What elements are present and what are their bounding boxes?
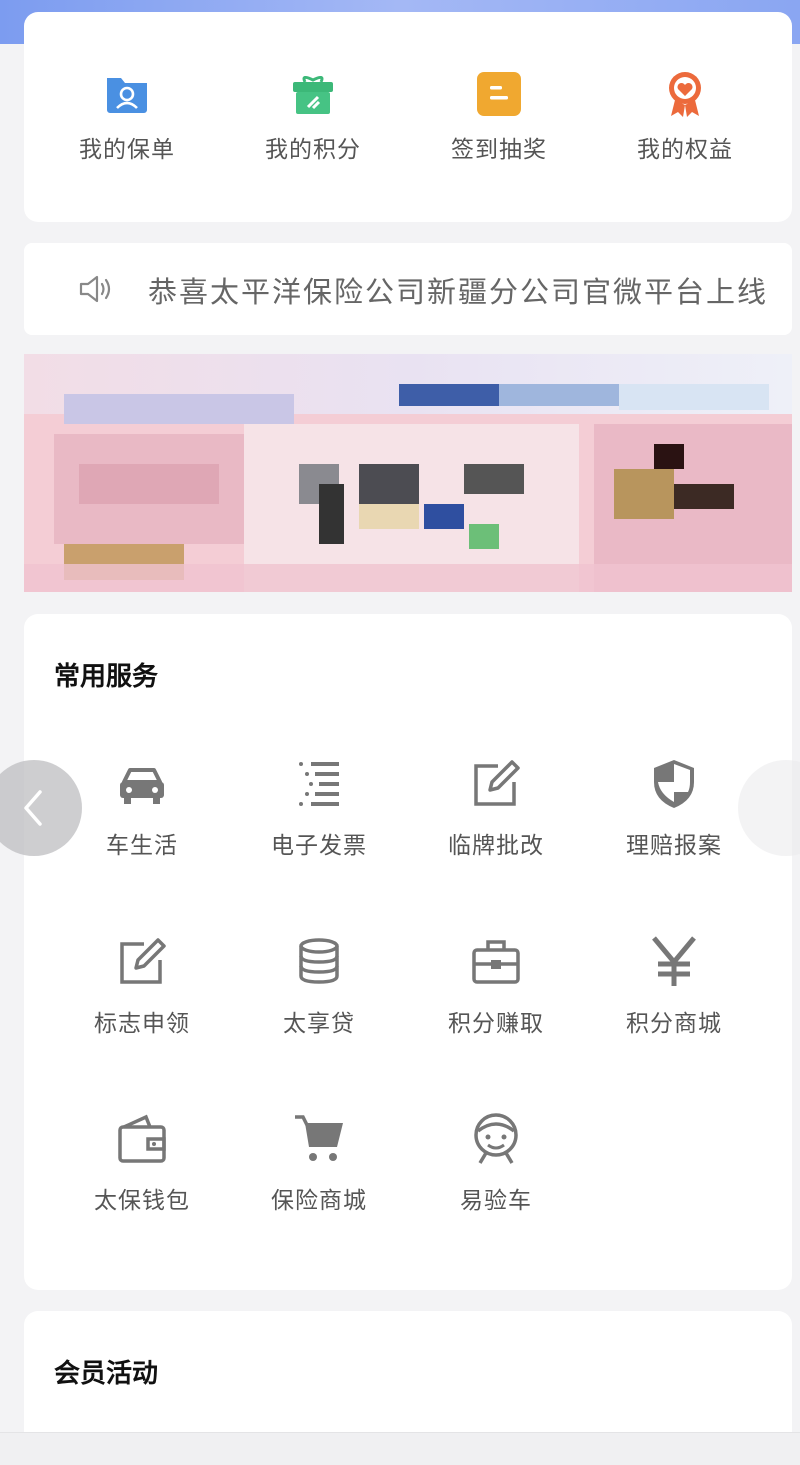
service-points-mall[interactable]: 积分商城: [584, 934, 764, 1038]
promo-banner-image[interactable]: [24, 354, 792, 592]
service-label: 易验车: [460, 1188, 532, 1214]
service-sign-apply[interactable]: 标志申领: [52, 934, 232, 1038]
quick-label: 我的积分: [265, 137, 361, 163]
shield-icon: [654, 760, 694, 808]
quick-my-policy[interactable]: 我的保单: [32, 70, 222, 164]
service-label: 太保钱包: [94, 1188, 190, 1214]
service-label: 积分赚取: [448, 1011, 544, 1037]
car-icon: [120, 768, 164, 804]
policy-folder-icon: [107, 78, 147, 113]
member-activities-card: 会员活动: [24, 1311, 792, 1451]
notice-bar[interactable]: 恭喜太平洋保险公司新疆分公司官微平台上线: [24, 243, 792, 335]
quick-sign-lottery[interactable]: 签到抽奖: [404, 70, 594, 164]
bottom-bar: [0, 1432, 800, 1465]
service-temp-plate[interactable]: 临牌批改: [406, 756, 586, 860]
services-card: 常用服务 车生活 电子发票 临牌批改 理赔报案 标志申领 太享贷 积分赚取 积分…: [24, 614, 792, 1290]
notice-text: 恭喜太平洋保险公司新疆分公司官微平台上线: [148, 275, 769, 309]
quick-label: 签到抽奖: [451, 137, 547, 163]
face-icon: [474, 1113, 518, 1164]
service-label: 电子发票: [271, 833, 367, 859]
wallet-icon: [118, 1114, 166, 1163]
quick-actions-card: 我的保单 我的积分 签到抽奖 我的权益: [24, 12, 792, 222]
list-icon: [299, 762, 339, 806]
member-title: 会员活动: [54, 1359, 159, 1389]
service-label: 积分商城: [626, 1011, 722, 1037]
rights-medal-icon: [669, 72, 701, 117]
service-e-invoice[interactable]: 电子发票: [229, 756, 409, 860]
carousel-prev-button[interactable]: [0, 760, 82, 856]
sign-in-icon: [477, 72, 521, 116]
gift-box-icon: [293, 75, 333, 114]
service-insurance-mall[interactable]: 保险商城: [229, 1111, 409, 1215]
service-easy-inspection[interactable]: 易验车: [406, 1111, 586, 1215]
service-cpic-wallet[interactable]: 太保钱包: [52, 1111, 232, 1215]
quick-label: 我的权益: [637, 137, 733, 163]
services-title: 常用服务: [54, 662, 159, 692]
chevron-left-icon: [24, 790, 42, 826]
service-label: 临牌批改: [448, 833, 544, 859]
quick-label: 我的保单: [79, 137, 175, 163]
service-claim-report[interactable]: 理赔报案: [584, 756, 764, 860]
quick-my-rights[interactable]: 我的权益: [590, 70, 780, 164]
service-label: 太享贷: [283, 1011, 355, 1037]
speaker-icon: [79, 275, 111, 303]
quick-my-points[interactable]: 我的积分: [218, 70, 408, 164]
cart-icon: [295, 1115, 343, 1161]
service-label: 标志申领: [94, 1011, 190, 1037]
service-taixiang-loan[interactable]: 太享贷: [229, 934, 409, 1038]
edit-icon: [474, 760, 520, 806]
toolbox-icon: [472, 940, 520, 984]
yen-icon: [652, 936, 696, 986]
service-label: 保险商城: [271, 1188, 367, 1214]
service-label: 理赔报案: [626, 833, 722, 859]
database-icon: [299, 938, 339, 984]
service-earn-points[interactable]: 积分赚取: [406, 934, 586, 1038]
edit-icon: [120, 938, 166, 984]
